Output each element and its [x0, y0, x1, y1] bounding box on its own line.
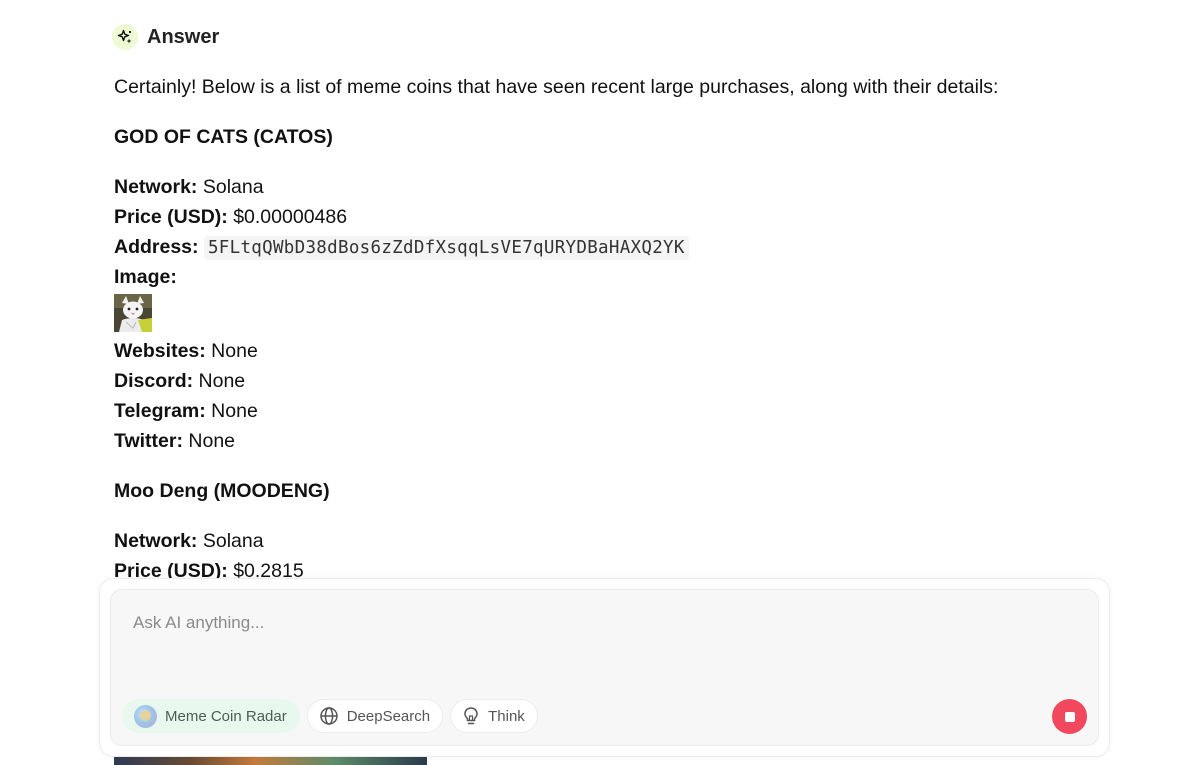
websites-value: None: [211, 340, 258, 362]
coin-twitter-row: Twitter: None: [114, 426, 1074, 456]
answer-intro: Certainly! Below is a list of meme coins…: [114, 76, 999, 98]
coin-network-row: Network: Solana: [114, 526, 1074, 556]
network-label: Network:: [114, 530, 198, 552]
telegram-value: None: [211, 400, 258, 422]
telegram-label: Telegram:: [114, 400, 206, 422]
coin-address-row: Address: 5FLtqQWbD38dBos6zZdDfXsqqLsVE7q…: [114, 232, 1074, 262]
chat-input[interactable]: [131, 612, 1035, 634]
coin-websites-row: Websites: None: [114, 336, 1074, 366]
image-label: Image:: [114, 266, 177, 288]
chat-page: Answer Certainly! Below is a list of mem…: [0, 0, 1202, 765]
think-chip[interactable]: Think: [450, 699, 538, 733]
twitter-value: None: [188, 430, 236, 452]
network-label: Network:: [114, 176, 198, 198]
answer-header: Answer: [112, 22, 1074, 52]
coin-network-row: Network: Solana: [114, 172, 1074, 202]
coin-name: Moo Deng (MOODENG): [114, 480, 330, 502]
address-value[interactable]: 5FLtqQWbD38dBos6zZdDfXsqqLsVE7qURYDBaHAX…: [203, 236, 689, 260]
network-value: Solana: [202, 176, 264, 198]
coin-discord-row: Discord: None: [114, 366, 1074, 396]
composer-chips: Meme Coin Radar DeepSearch Think: [122, 699, 538, 733]
coin-image-cat[interactable]: [114, 294, 152, 332]
composer-container: Meme Coin Radar DeepSearch: [99, 578, 1110, 757]
address-label: Address:: [114, 236, 199, 258]
coin-name: GOD OF CATS (CATOS): [114, 126, 333, 148]
coin-image-row: Image:: [114, 262, 1074, 292]
lightbulb-icon: [462, 706, 480, 726]
coin-price-row: Price (USD): $0.00000486: [114, 202, 1074, 232]
twitter-label: Twitter:: [114, 430, 183, 452]
chip-label: Meme Coin Radar: [165, 707, 287, 725]
composer-box: Meme Coin Radar DeepSearch: [110, 589, 1099, 746]
discord-label: Discord:: [114, 370, 194, 392]
answer-title: Answer: [147, 25, 220, 48]
websites-label: Websites:: [114, 340, 206, 362]
discord-value: None: [198, 370, 246, 392]
deepsearch-chip[interactable]: DeepSearch: [306, 699, 444, 733]
answer-panel: Answer Certainly! Below is a list of mem…: [112, 22, 1074, 586]
stop-icon: [1064, 711, 1075, 722]
globe-icon: [319, 706, 339, 726]
network-value: Solana: [202, 530, 264, 552]
chip-label: DeepSearch: [346, 707, 431, 725]
sparkle-icon: [112, 24, 138, 50]
chip-label: Think: [488, 707, 525, 725]
stop-button[interactable]: [1052, 699, 1087, 734]
coin-telegram-row: Telegram: None: [114, 396, 1074, 426]
meme-coin-radar-avatar: [134, 704, 157, 728]
meme-coin-radar-chip[interactable]: Meme Coin Radar: [122, 699, 300, 733]
price-label: Price (USD):: [114, 206, 228, 228]
price-value: $0.00000486: [233, 206, 348, 228]
